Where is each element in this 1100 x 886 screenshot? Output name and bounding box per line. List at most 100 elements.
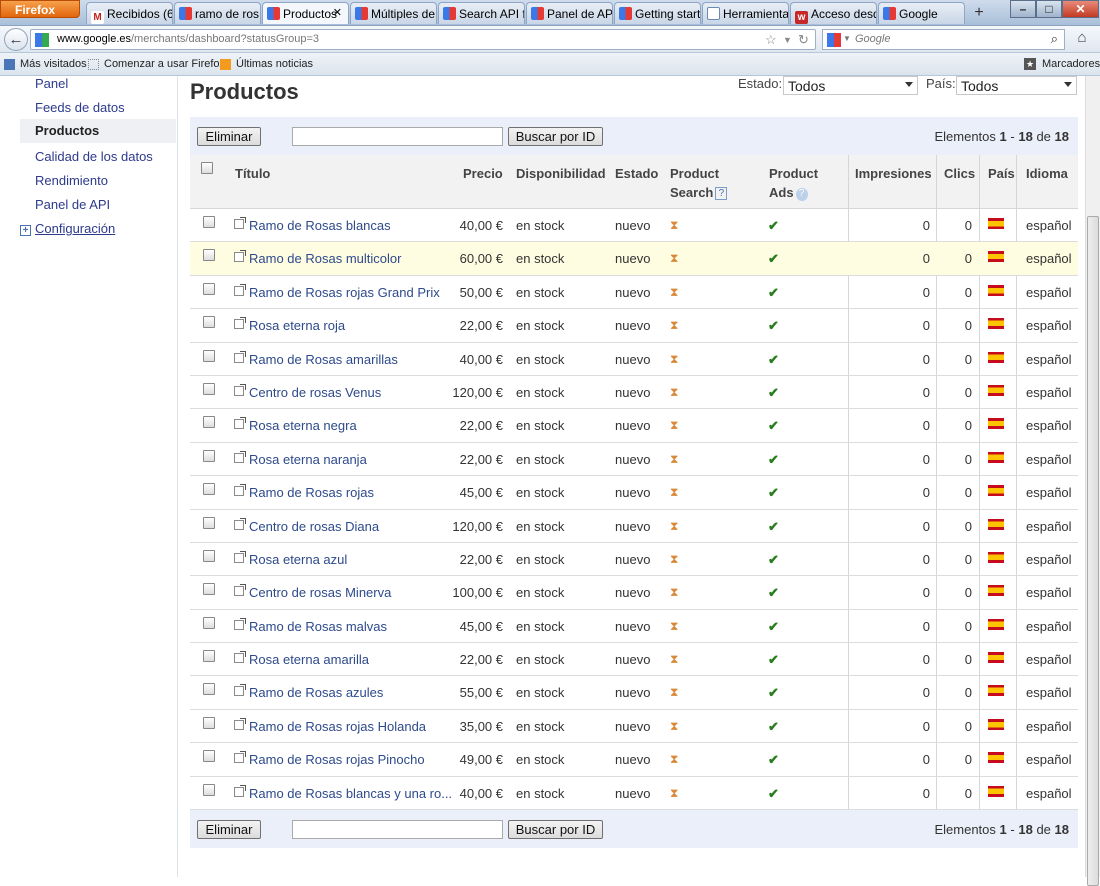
- row-checkbox[interactable]: [203, 616, 215, 629]
- product-title-link[interactable]: Ramo de Rosas rojas: [249, 485, 374, 500]
- sidebar-item-data-feeds[interactable]: Feeds de datos: [35, 100, 125, 115]
- row-checkbox[interactable]: [203, 483, 215, 496]
- maximize-button[interactable]: □: [1036, 0, 1062, 18]
- product-id-input-bottom[interactable]: [292, 820, 503, 839]
- bookmark-latest-news[interactable]: Últimas noticias: [236, 58, 313, 70]
- product-title-link[interactable]: Centro de rosas Diana: [249, 519, 379, 534]
- table-row[interactable]: Ramo de Rosas blancas y una ro... 40,00 €…: [190, 777, 1078, 811]
- row-checkbox[interactable]: [203, 516, 215, 529]
- external-link-icon[interactable]: [234, 784, 246, 797]
- close-window-button[interactable]: ✕: [1062, 0, 1099, 18]
- table-row[interactable]: Ramo de Rosas rojas Pinocho 49,00 € en sto…: [190, 743, 1078, 777]
- help-icon[interactable]: ?: [795, 188, 808, 201]
- row-checkbox[interactable]: [203, 583, 215, 596]
- url-history-icon[interactable]: ▼: [783, 35, 792, 45]
- sidebar-item-data-quality[interactable]: Calidad de los datos: [35, 149, 153, 164]
- external-link-icon[interactable]: [234, 517, 246, 530]
- table-row[interactable]: Ramo de Rosas blancas 40,00 € en stock nuev…: [190, 209, 1078, 243]
- column-product-ads[interactable]: Product Ads?: [769, 164, 818, 202]
- column-country[interactable]: País: [988, 164, 1015, 183]
- table-row[interactable]: Rosa eterna negra 22,00 € en stock nuevo ⧗ ✔ 0…: [190, 409, 1078, 443]
- column-clicks[interactable]: Clics: [944, 164, 975, 183]
- product-title-link[interactable]: Rosa eterna negra: [249, 418, 357, 433]
- product-title-link[interactable]: Ramo de Rosas rojas Holanda: [249, 719, 426, 734]
- search-by-id-button-bottom[interactable]: Buscar por ID: [508, 820, 603, 839]
- table-row[interactable]: Centro de rosas Minerva 100,00 € en stock n…: [190, 576, 1078, 610]
- external-link-icon[interactable]: [234, 684, 246, 697]
- vertical-scrollbar[interactable]: [1085, 76, 1100, 886]
- row-checkbox[interactable]: [203, 416, 215, 429]
- row-checkbox[interactable]: [203, 549, 215, 562]
- external-link-icon[interactable]: [234, 617, 246, 630]
- search-icon[interactable]: ⌕: [1051, 31, 1058, 47]
- product-title-link[interactable]: Centro de rosas Minerva: [249, 585, 391, 600]
- row-checkbox[interactable]: [203, 349, 215, 362]
- column-product-search[interactable]: Product Search?: [670, 164, 728, 202]
- tab-item[interactable]: Múltiples de...: [350, 2, 437, 24]
- row-checkbox[interactable]: [203, 382, 215, 395]
- external-link-icon[interactable]: [234, 217, 246, 229]
- table-row[interactable]: Rosa eterna azul 22,00 € en stock nuevo ⧗ ✔ 0 0…: [190, 543, 1078, 577]
- product-id-input-top[interactable]: [292, 127, 503, 146]
- product-title-link[interactable]: Ramo de Rosas azules: [249, 685, 383, 700]
- product-title-link[interactable]: Ramo de Rosas multicolor: [249, 251, 401, 266]
- delete-button-bottom[interactable]: Eliminar: [197, 820, 261, 839]
- external-link-icon[interactable]: [234, 317, 246, 330]
- tab-active[interactable]: Productos ✕: [262, 2, 349, 24]
- address-bar[interactable]: www.google.es/merchants/dashboard?status…: [30, 29, 816, 50]
- column-language[interactable]: Idioma: [1026, 164, 1068, 183]
- external-link-icon[interactable]: [234, 283, 246, 296]
- product-title-link[interactable]: Rosa eterna amarilla: [249, 652, 369, 667]
- column-impressions[interactable]: Impresiones: [855, 164, 932, 183]
- sidebar-item-panel[interactable]: Panel: [35, 76, 68, 91]
- select-all-checkbox[interactable]: [201, 162, 213, 174]
- table-row[interactable]: Ramo de Rosas azules 55,00 € en stock nuevo…: [190, 676, 1078, 710]
- sidebar-item-api-panel[interactable]: Panel de API: [35, 197, 110, 212]
- bookmark-most-visited[interactable]: Más visitados: [20, 58, 87, 70]
- tab-item[interactable]: Panel de API: [526, 2, 613, 24]
- search-engine-dropdown-icon[interactable]: ▼: [843, 34, 851, 43]
- product-title-link[interactable]: Ramo de Rosas rojas Grand Prix: [249, 285, 440, 300]
- search-box[interactable]: ▼ Google ⌕: [822, 29, 1065, 50]
- product-title-link[interactable]: Rosa eterna naranja: [249, 452, 367, 467]
- scrollbar-thumb[interactable]: [1087, 216, 1099, 886]
- bookmark-get-started[interactable]: Comenzar a usar Firefox: [104, 58, 225, 70]
- table-row[interactable]: Rosa eterna roja 22,00 € en stock nuevo ⧗ ✔ 0 0…: [190, 309, 1078, 343]
- country-filter-select[interactable]: Todos: [956, 76, 1077, 95]
- external-link-icon[interactable]: [234, 651, 246, 664]
- table-row[interactable]: Centro de rosas Diana 120,00 € en stock nue…: [190, 510, 1078, 543]
- row-checkbox[interactable]: [203, 683, 215, 696]
- row-checkbox[interactable]: [203, 449, 215, 462]
- sidebar-item-products[interactable]: Productos: [20, 119, 176, 143]
- external-link-icon[interactable]: [234, 383, 246, 396]
- table-row[interactable]: Ramo de Rosas amarillas 40,00 € en stock nu…: [190, 343, 1078, 376]
- bookmarks-menu-button[interactable]: Marcadores: [1042, 58, 1100, 70]
- sidebar-item-performance[interactable]: Rendimiento: [35, 173, 108, 188]
- row-checkbox[interactable]: [203, 783, 215, 796]
- bookmark-star-icon[interactable]: ☆: [765, 32, 777, 48]
- table-row[interactable]: Ramo de Rosas multicolor 60,00 € en stock n…: [190, 242, 1078, 276]
- external-link-icon[interactable]: [234, 751, 246, 764]
- new-tab-button[interactable]: +: [968, 4, 990, 24]
- external-link-icon[interactable]: [234, 484, 246, 497]
- external-link-icon[interactable]: [234, 250, 246, 263]
- product-title-link[interactable]: Ramo de Rosas rojas Pinocho: [249, 752, 425, 767]
- row-checkbox[interactable]: [203, 282, 215, 295]
- search-by-id-button-top[interactable]: Buscar por ID: [508, 127, 603, 146]
- product-title-link[interactable]: Rosa eterna azul: [249, 552, 347, 567]
- external-link-icon[interactable]: [234, 550, 246, 563]
- table-row[interactable]: Ramo de Rosas malvas 45,00 € en stock nuevo…: [190, 610, 1078, 644]
- column-availability[interactable]: Disponibilidad: [516, 164, 606, 183]
- column-price[interactable]: Precio: [463, 164, 503, 183]
- tab-item[interactable]: Search API f...: [438, 2, 525, 24]
- tab-item[interactable]: MRecibidos (6...: [86, 2, 173, 24]
- home-icon[interactable]: ⌂: [1070, 29, 1094, 50]
- tab-item[interactable]: Herramienta...: [702, 2, 789, 24]
- table-row[interactable]: Rosa eterna naranja 22,00 € en stock nuevo ⧗…: [190, 443, 1078, 477]
- external-link-icon[interactable]: [234, 450, 246, 463]
- table-row[interactable]: Rosa eterna amarilla 22,00 € en stock nuevo…: [190, 643, 1078, 677]
- tab-item[interactable]: ramo de ros...: [174, 2, 261, 24]
- expand-plus-icon[interactable]: +: [20, 225, 31, 236]
- sidebar-item-configuration[interactable]: + Configuración: [20, 221, 115, 236]
- tab-item[interactable]: Getting start...: [614, 2, 701, 24]
